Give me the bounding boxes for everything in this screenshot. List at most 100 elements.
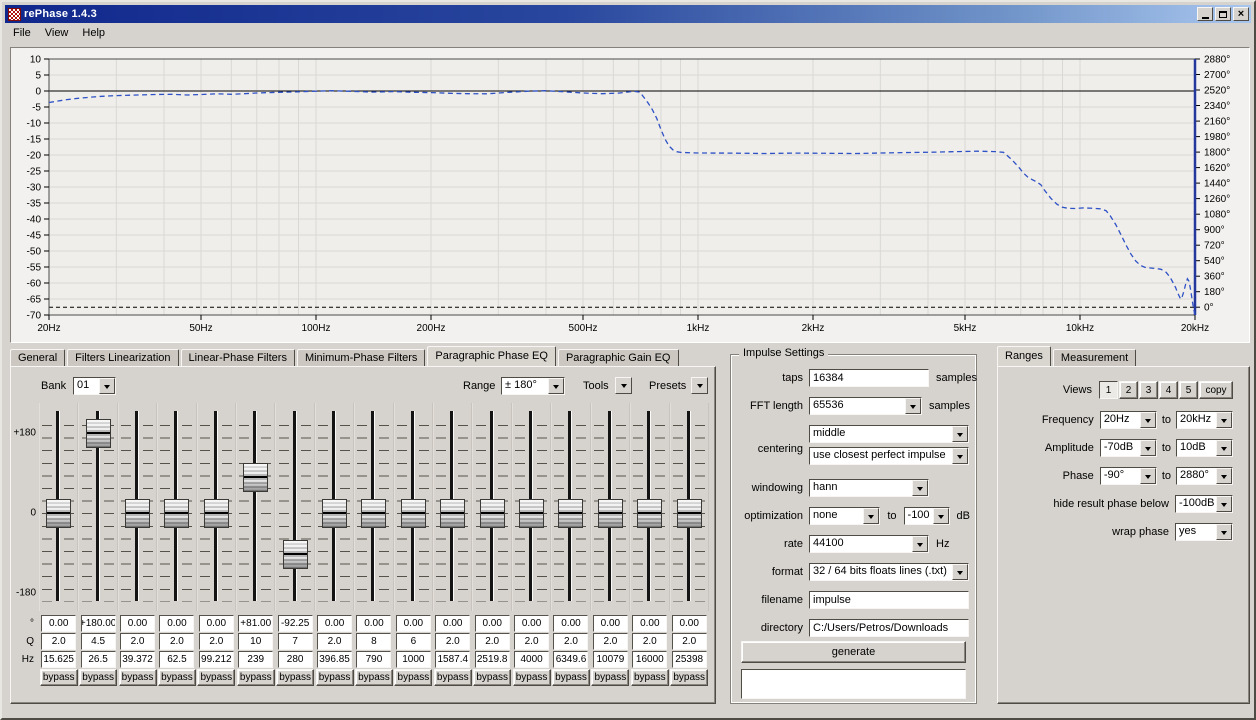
deg-value-11[interactable]: 0.00 (435, 615, 470, 632)
view-button-copy[interactable]: copy (1199, 381, 1233, 399)
q-value-7[interactable]: 7 (278, 633, 313, 650)
deg-value-9[interactable]: 0.00 (356, 615, 391, 632)
format-combo[interactable]: 32 / 64 bits floats lines (.txt) (809, 563, 969, 581)
deg-value-15[interactable]: 0.00 (593, 615, 628, 632)
frequency-to-arrow-icon[interactable] (1216, 412, 1232, 428)
fader-thumb-9[interactable] (361, 499, 386, 528)
deg-value-7[interactable]: -92.25 (278, 615, 313, 632)
rate-arrow-icon[interactable] (912, 536, 928, 552)
bypass-button-5[interactable]: bypass (197, 669, 235, 686)
fader-thumb-8[interactable] (322, 499, 347, 528)
q-value-15[interactable]: 2.0 (593, 633, 628, 650)
tab-paragraphic-gain-eq[interactable]: Paragraphic Gain EQ (558, 349, 679, 366)
deg-value-8[interactable]: 0.00 (317, 615, 352, 632)
q-value-17[interactable]: 2.0 (672, 633, 707, 650)
hide-result-phase-arrow-icon[interactable] (1216, 496, 1232, 512)
q-value-5[interactable]: 2.0 (199, 633, 234, 650)
centering-combo-arrow-icon[interactable] (952, 426, 968, 442)
fader-thumb-5[interactable] (204, 499, 229, 528)
deg-value-10[interactable]: 0.00 (396, 615, 431, 632)
bypass-button-13[interactable]: bypass (513, 669, 551, 686)
bypass-button-3[interactable]: bypass (119, 669, 157, 686)
hz-value-17[interactable]: 25398 (672, 651, 707, 668)
phase-from-combo[interactable]: -90° (1100, 467, 1157, 485)
deg-value-12[interactable]: 0.00 (475, 615, 510, 632)
frequency-from-combo[interactable]: 20Hz (1100, 411, 1157, 429)
bypass-button-2[interactable]: bypass (79, 669, 117, 686)
deg-value-3[interactable]: 0.00 (120, 615, 155, 632)
phase-from-arrow-icon[interactable] (1140, 468, 1156, 484)
range-combo[interactable]: ± 180° (501, 377, 565, 395)
hz-value-2[interactable]: 26.5 (81, 651, 116, 668)
tab-measurement[interactable]: Measurement (1053, 349, 1136, 366)
bypass-button-14[interactable]: bypass (552, 669, 590, 686)
centering-combo[interactable]: middle (809, 425, 969, 443)
fader-thumb-14[interactable] (558, 499, 583, 528)
bypass-button-11[interactable]: bypass (434, 669, 472, 686)
centering-mode-combo[interactable]: use closest perfect impulse (809, 447, 969, 465)
fader-thumb-16[interactable] (637, 499, 662, 528)
deg-value-16[interactable]: 0.00 (632, 615, 667, 632)
wrap-phase-arrow-icon[interactable] (1216, 524, 1232, 540)
maximize-button[interactable] (1215, 7, 1231, 21)
bypass-button-9[interactable]: bypass (355, 669, 393, 686)
fader-thumb-2[interactable] (86, 419, 111, 448)
hz-value-8[interactable]: 396.85 (317, 651, 352, 668)
tab-paragraphic-phase-eq[interactable]: Paragraphic Phase EQ (427, 346, 556, 366)
frequency-from-arrow-icon[interactable] (1140, 412, 1156, 428)
title-bar[interactable]: rePhase 1.4.3 × (5, 5, 1251, 23)
windowing-combo[interactable]: hann (809, 479, 929, 497)
q-value-2[interactable]: 4.5 (81, 633, 116, 650)
deg-value-13[interactable]: 0.00 (514, 615, 549, 632)
frequency-to-combo[interactable]: 20kHz (1176, 411, 1233, 429)
hz-value-14[interactable]: 6349.6 (553, 651, 588, 668)
hz-value-4[interactable]: 62.5 (159, 651, 194, 668)
phase-to-arrow-icon[interactable] (1216, 468, 1232, 484)
amplitude-to-arrow-icon[interactable] (1216, 440, 1232, 456)
menu-help[interactable]: Help (75, 26, 112, 40)
filename-input[interactable] (809, 591, 969, 609)
directory-input[interactable] (809, 619, 969, 637)
tools-dropdown-button[interactable] (615, 377, 632, 394)
fader-thumb-1[interactable] (46, 499, 71, 528)
hz-value-15[interactable]: 10079 (593, 651, 628, 668)
bypass-button-16[interactable]: bypass (631, 669, 669, 686)
fader-thumb-11[interactable] (440, 499, 465, 528)
hz-value-12[interactable]: 2519.8 (475, 651, 510, 668)
view-button-2[interactable]: 2 (1119, 381, 1138, 399)
bypass-button-6[interactable]: bypass (237, 669, 275, 686)
q-value-11[interactable]: 2.0 (435, 633, 470, 650)
q-value-16[interactable]: 2.0 (632, 633, 667, 650)
bypass-button-8[interactable]: bypass (316, 669, 354, 686)
deg-value-14[interactable]: 0.00 (553, 615, 588, 632)
fader-thumb-7[interactable] (283, 540, 308, 569)
range-combo-arrow-icon[interactable] (548, 378, 564, 394)
view-button-4[interactable]: 4 (1159, 381, 1178, 399)
hz-value-13[interactable]: 4000 (514, 651, 549, 668)
q-value-1[interactable]: 2.0 (41, 633, 76, 650)
q-value-3[interactable]: 2.0 (120, 633, 155, 650)
bypass-button-4[interactable]: bypass (158, 669, 196, 686)
deg-value-6[interactable]: +81.00 (238, 615, 273, 632)
optimization-arrow-icon[interactable] (863, 508, 879, 524)
amplitude-to-combo[interactable]: 10dB (1176, 439, 1233, 457)
deg-value-17[interactable]: 0.00 (672, 615, 707, 632)
tab-filters-linearization[interactable]: Filters Linearization (67, 349, 178, 366)
view-button-3[interactable]: 3 (1139, 381, 1158, 399)
view-button-1[interactable]: 1 (1099, 381, 1118, 399)
fader-thumb-3[interactable] (125, 499, 150, 528)
menu-file[interactable]: File (6, 26, 38, 40)
fader-thumb-4[interactable] (164, 499, 189, 528)
hz-value-10[interactable]: 1000 (396, 651, 431, 668)
q-value-9[interactable]: 8 (356, 633, 391, 650)
tab-ranges[interactable]: Ranges (997, 346, 1051, 366)
windowing-arrow-icon[interactable] (912, 480, 928, 496)
hz-value-3[interactable]: 39.372 (120, 651, 155, 668)
phase-to-combo[interactable]: 2880° (1176, 467, 1233, 485)
amplitude-from-arrow-icon[interactable] (1140, 440, 1156, 456)
fader-track-7[interactable] (293, 411, 296, 601)
bypass-button-12[interactable]: bypass (473, 669, 511, 686)
optimization-combo[interactable]: none (809, 507, 880, 525)
tab-minimum-phase-filters[interactable]: Minimum-Phase Filters (297, 349, 425, 366)
bypass-button-17[interactable]: bypass (670, 669, 708, 686)
